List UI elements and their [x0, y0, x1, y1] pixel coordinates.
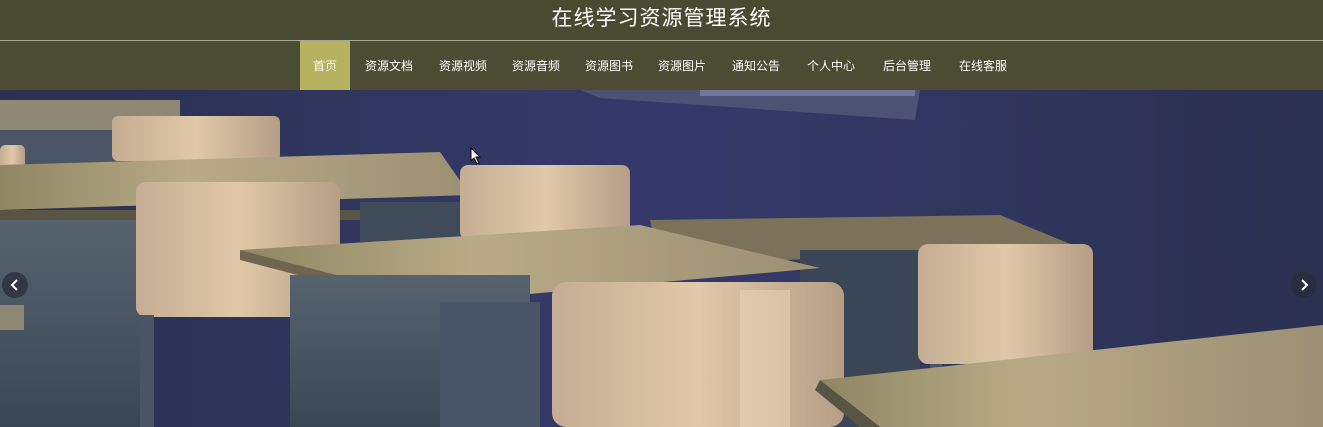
nav-item-books[interactable]: 资源图书: [577, 41, 641, 90]
nav-item-videos[interactable]: 资源视频: [431, 41, 495, 90]
carousel-prev-button[interactable]: [2, 272, 28, 298]
carousel-next-button[interactable]: [1291, 272, 1317, 298]
nav-item-images[interactable]: 资源图片: [650, 41, 714, 90]
nav-item-home[interactable]: 首页: [300, 41, 350, 90]
nav-item-support[interactable]: 在线客服: [951, 41, 1015, 90]
main-nav: 首页 资源文档 资源视频 资源音频 资源图书 资源图片 通知公告 个人中心 后台…: [0, 41, 1323, 90]
chevron-right-icon: [1301, 279, 1309, 291]
nav-item-audio[interactable]: 资源音频: [504, 41, 568, 90]
hero-carousel[interactable]: [0, 90, 1323, 427]
nav-item-profile[interactable]: 个人中心: [799, 41, 863, 90]
site-header: 在线学习资源管理系统: [0, 0, 1323, 40]
mouse-cursor-icon: [470, 147, 482, 165]
nav-item-admin[interactable]: 后台管理: [875, 41, 939, 90]
site-title: 在线学习资源管理系统: [551, 6, 772, 30]
chevron-left-icon: [10, 279, 18, 291]
classroom-slide-image: [0, 90, 1323, 427]
nav-item-documents[interactable]: 资源文档: [357, 41, 421, 90]
nav-item-notices[interactable]: 通知公告: [724, 41, 788, 90]
